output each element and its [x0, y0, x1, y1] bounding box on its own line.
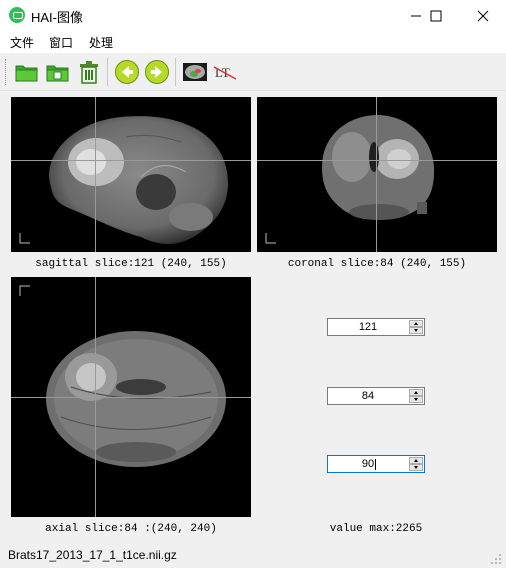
- toolbar-separator: [175, 58, 176, 86]
- toolbar-separator: [107, 58, 108, 86]
- chevron-up-icon: [414, 459, 418, 462]
- spin-down-button[interactable]: [409, 396, 423, 403]
- spin-up-button[interactable]: [409, 389, 423, 396]
- spin-up-button[interactable]: [409, 457, 423, 464]
- text-caret: [375, 459, 376, 470]
- trash-icon: [80, 61, 98, 84]
- close-button[interactable]: [460, 0, 506, 31]
- chevron-down-icon: [414, 329, 418, 332]
- status-filename: Brats17_2013_17_1_t1ce.nii.gz: [8, 548, 177, 562]
- chevron-up-icon: [414, 322, 418, 325]
- sagittal-slice-value[interactable]: 121: [328, 319, 408, 335]
- sagittal-slice-spinbox[interactable]: 121: [327, 318, 425, 336]
- open-button[interactable]: [14, 59, 40, 85]
- spin-up-button[interactable]: [409, 320, 423, 327]
- spin-down-button[interactable]: [409, 327, 423, 334]
- coronal-slice-spinbox[interactable]: 84: [327, 387, 425, 405]
- chevron-up-icon: [414, 391, 418, 394]
- crosshair-vertical: [95, 97, 96, 252]
- crosshair-vertical: [376, 97, 377, 252]
- erase-label-button[interactable]: LT: [212, 59, 238, 85]
- save-icon: [46, 65, 69, 82]
- menu-file[interactable]: 文件: [10, 34, 34, 51]
- menu-process[interactable]: 处理: [89, 34, 113, 51]
- brain-view-button[interactable]: [182, 59, 208, 85]
- save-button[interactable]: [45, 59, 71, 85]
- crosshair-horizontal: [257, 160, 497, 161]
- axial-slice-value[interactable]: 90: [328, 456, 408, 472]
- resize-grip-icon[interactable]: [490, 553, 502, 565]
- menu-bar: [0, 31, 506, 53]
- crosshair-horizontal: [11, 397, 251, 398]
- orientation-marker-icon: [19, 285, 30, 296]
- erase-label-glyph: LT: [215, 65, 230, 80]
- menu-window[interactable]: 窗口: [49, 34, 73, 51]
- coronal-slice-value[interactable]: 84: [328, 388, 408, 404]
- maximize-button[interactable]: [413, 0, 459, 31]
- forward-button[interactable]: [144, 59, 170, 85]
- open-folder-icon: [15, 65, 38, 82]
- window-title: HAI-图像: [31, 10, 84, 25]
- erase-label-icon: LT: [213, 65, 237, 80]
- forward-arrow-icon: [145, 60, 169, 84]
- chevron-down-icon: [414, 466, 418, 469]
- back-button[interactable]: [114, 59, 140, 85]
- toolbar-grip[interactable]: [5, 59, 9, 85]
- crosshair-horizontal: [11, 160, 251, 161]
- axial-caption: axial slice:84 :(240, 240): [45, 523, 217, 535]
- sagittal-view[interactable]: [11, 97, 251, 252]
- axial-view[interactable]: [11, 277, 251, 517]
- sagittal-brain-image: [49, 116, 229, 244]
- chevron-down-icon: [414, 398, 418, 401]
- spin-down-button[interactable]: [409, 464, 423, 471]
- coronal-brain-image: [322, 115, 435, 220]
- coronal-view[interactable]: [257, 97, 497, 252]
- orientation-marker-icon: [265, 233, 276, 244]
- value-max-label: value max:2265: [329, 523, 423, 535]
- brain-view-icon: [183, 63, 207, 81]
- app-icon: [9, 7, 25, 23]
- sagittal-caption: sagittal slice:121 (240, 155): [35, 258, 227, 270]
- back-arrow-icon: [115, 60, 139, 84]
- axial-slice-spinbox[interactable]: 90: [327, 455, 425, 473]
- crosshair-vertical: [95, 277, 96, 517]
- coronal-caption: coronal slice:84 (240, 155): [287, 258, 467, 270]
- maximize-icon: [430, 10, 442, 21]
- delete-button[interactable]: [76, 59, 102, 85]
- close-icon: [477, 10, 489, 21]
- orientation-marker-icon: [19, 233, 30, 244]
